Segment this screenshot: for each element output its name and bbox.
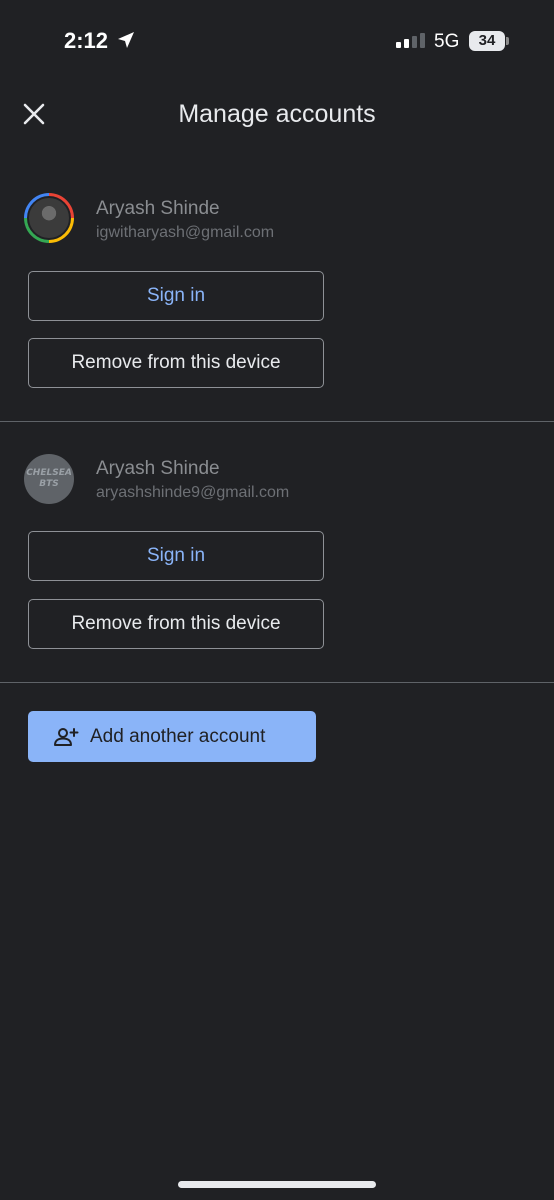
- signal-icon: [396, 33, 428, 54]
- avatar-photo: [27, 196, 71, 240]
- divider: [0, 682, 554, 683]
- account-name: Aryash Shinde: [96, 198, 220, 219]
- add-account-button[interactable]: Add another account: [28, 711, 316, 762]
- account-email: aryashshinde9@gmail.com: [96, 484, 290, 501]
- divider: [0, 421, 554, 422]
- avatar-text-line-2: BTS: [39, 479, 59, 489]
- location-arrow-icon: [116, 30, 136, 55]
- account-email: igwitharyash@gmail.com: [96, 224, 275, 241]
- avatar-text-line-1: CHELSEA: [26, 468, 72, 478]
- add-account-label: Add another account: [90, 725, 266, 747]
- sign-in-button[interactable]: Sign in: [28, 531, 324, 581]
- avatar: [24, 193, 74, 243]
- account-name: Aryash Shinde: [96, 458, 220, 479]
- sign-in-button[interactable]: Sign in: [28, 271, 324, 321]
- remove-account-button[interactable]: Remove from this device: [28, 338, 324, 388]
- avatar: CHELSEA BTS: [24, 454, 74, 504]
- add-person-icon: [53, 727, 79, 747]
- home-indicator[interactable]: [178, 1181, 376, 1188]
- status-bar: 2:12 5G 34: [0, 0, 554, 84]
- battery-indicator: 34: [469, 31, 505, 51]
- remove-account-button[interactable]: Remove from this device: [28, 599, 324, 649]
- battery-tip: [506, 37, 509, 45]
- page-title: Manage accounts: [178, 100, 376, 128]
- network-label: 5G: [434, 31, 460, 52]
- status-time: 2:12: [64, 28, 109, 53]
